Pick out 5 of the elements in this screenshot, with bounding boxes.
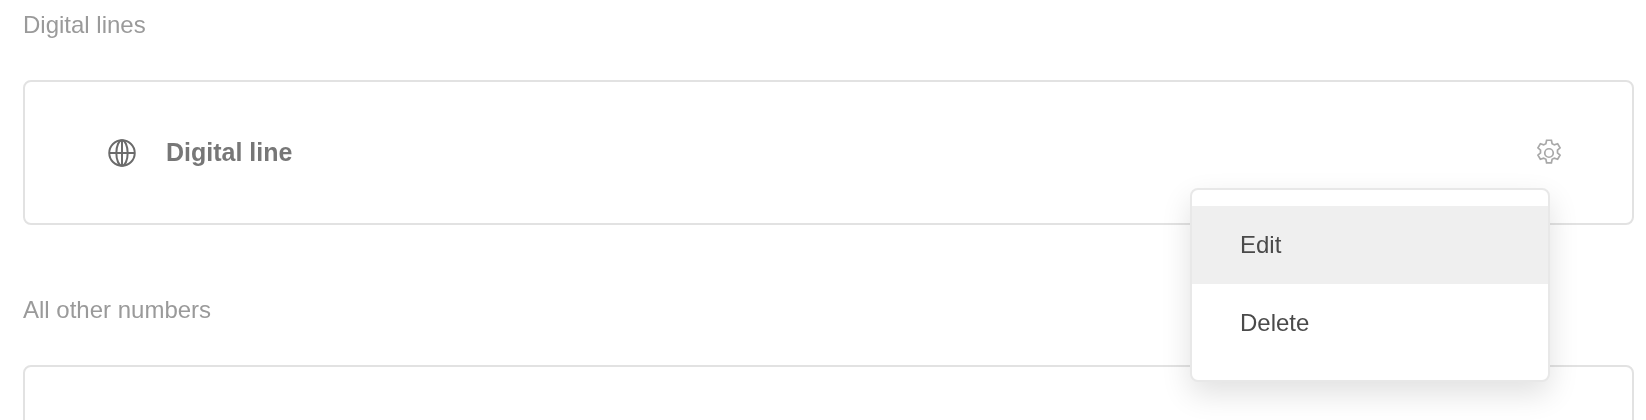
line-name: Digital line [166, 138, 294, 167]
section-heading: All other numbers [23, 295, 212, 325]
menu-item[interactable]: Delete [1192, 284, 1548, 362]
menu-item[interactable]: Edit [1192, 206, 1548, 284]
section-heading: Digital lines [23, 10, 146, 40]
